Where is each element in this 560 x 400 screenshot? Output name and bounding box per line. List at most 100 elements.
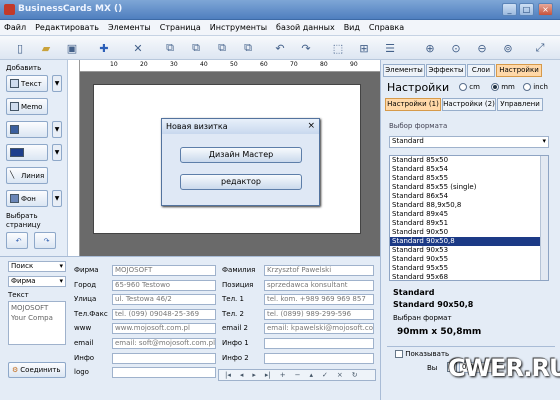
tab-settings[interactable]: Настройки bbox=[496, 64, 542, 77]
add-image-button[interactable] bbox=[6, 121, 48, 138]
field-input[interactable]: sprzedawca konsultant bbox=[264, 279, 374, 291]
next-page-button[interactable]: ↷ bbox=[34, 232, 56, 249]
field-input[interactable]: email: soft@mojosoft.com.pl bbox=[112, 338, 216, 349]
format-item[interactable]: Standard 86x54 bbox=[390, 192, 548, 201]
menu-view[interactable]: Вид bbox=[344, 23, 360, 32]
select-icon[interactable]: ⬚ bbox=[330, 40, 346, 56]
field-input[interactable] bbox=[264, 352, 374, 364]
app-icon[interactable] bbox=[4, 4, 15, 15]
field-input[interactable] bbox=[264, 338, 374, 349]
field-input[interactable] bbox=[112, 367, 216, 379]
delete-record-icon[interactable]: − bbox=[295, 371, 301, 379]
paste-icon[interactable]: ⧉ bbox=[188, 40, 204, 56]
subtab-settings-2[interactable]: Настройки (2) bbox=[442, 98, 496, 111]
add-line-button[interactable]: ╲ Линия bbox=[6, 167, 48, 184]
format-item[interactable]: Standard 85x50 bbox=[390, 156, 548, 165]
tab-layers[interactable]: Слои bbox=[467, 64, 495, 77]
duplicate-icon[interactable]: ⧉ bbox=[214, 40, 230, 56]
memo-area[interactable]: MOJOSOFT Your Compa bbox=[8, 301, 66, 345]
add-text-dropdown[interactable]: ▼ bbox=[52, 75, 62, 92]
unit-mm[interactable]: mm bbox=[491, 83, 515, 91]
add-text-button[interactable]: Текст bbox=[6, 75, 48, 92]
prev-page-button[interactable]: ↶ bbox=[6, 232, 28, 249]
cancel-record-icon[interactable]: × bbox=[337, 371, 343, 379]
add-record-icon[interactable]: + bbox=[280, 371, 286, 379]
format-list[interactable]: Standard 85x50 Standard 85x54 Standard 85x… bbox=[389, 155, 549, 281]
design-wizard-button[interactable]: Дизайн Мастер bbox=[180, 147, 302, 163]
zoom-fit-icon[interactable]: ⊚ bbox=[500, 40, 516, 56]
format-item[interactable]: Standard 90x53 bbox=[390, 246, 548, 255]
menu-database[interactable]: базой данных bbox=[276, 23, 335, 32]
format-select[interactable]: Standard ▾ bbox=[389, 136, 549, 148]
minimize-button[interactable]: _ bbox=[502, 3, 517, 16]
unit-cm[interactable]: cm bbox=[459, 83, 480, 91]
field-input[interactable]: tel. (099) 09048-25-369 bbox=[112, 308, 216, 320]
field-input[interactable] bbox=[112, 352, 216, 364]
field-input[interactable]: Krzysztof Pawelski bbox=[264, 265, 374, 276]
format-item[interactable]: Standard 89x45 bbox=[390, 210, 548, 219]
format-item[interactable]: Standard 95x55 bbox=[390, 264, 548, 273]
field-input[interactable]: tel. kom. +989 969 969 857 bbox=[264, 294, 374, 306]
format-item[interactable]: Standard 85x55 (single) bbox=[390, 183, 548, 192]
save-record-icon[interactable]: ✓ bbox=[322, 371, 328, 379]
zoom-out-icon[interactable]: ⊖ bbox=[474, 40, 490, 56]
field-input[interactable]: email: kpawelski@mojosoft.com.pl bbox=[264, 323, 374, 335]
menu-edit[interactable]: Редактировать bbox=[35, 23, 99, 32]
add-icon[interactable]: ✚ bbox=[96, 40, 112, 56]
align-icon[interactable]: ⊞ bbox=[356, 40, 372, 56]
firm-dropdown[interactable]: Фирма ▾ bbox=[8, 276, 66, 287]
menu-elements[interactable]: Элементы bbox=[108, 23, 151, 32]
menu-help[interactable]: Справка bbox=[369, 23, 404, 32]
unit-inch[interactable]: inch bbox=[523, 83, 548, 91]
format-item[interactable]: Standard 90x50 bbox=[390, 228, 548, 237]
menu-file[interactable]: Файл bbox=[4, 23, 26, 32]
undo-icon[interactable]: ↶ bbox=[272, 40, 288, 56]
add-memo-button[interactable]: Memo bbox=[6, 98, 48, 115]
format-item[interactable]: Standard 89x51 bbox=[390, 219, 548, 228]
close-button[interactable]: × bbox=[538, 3, 553, 16]
editor-button[interactable]: редактор bbox=[180, 174, 302, 190]
zoom-icon[interactable]: ⊙ bbox=[448, 40, 464, 56]
clone-icon[interactable]: ⧉ bbox=[240, 40, 256, 56]
format-item[interactable]: Standard 95x68 bbox=[390, 273, 548, 280]
open-icon[interactable]: ▰ bbox=[38, 40, 54, 56]
redo-icon[interactable]: ↷ bbox=[298, 40, 314, 56]
first-record-icon[interactable]: |◂ bbox=[225, 371, 231, 379]
format-item[interactable]: Standard 85x54 bbox=[390, 165, 548, 174]
menu-page[interactable]: Страница bbox=[160, 23, 201, 32]
field-input[interactable]: tel. (0899) 989-299-596 bbox=[264, 308, 374, 320]
maximize-button[interactable]: □ bbox=[519, 3, 534, 16]
format-item[interactable]: Standard 90x50,8 bbox=[390, 237, 548, 246]
tab-elements[interactable]: Элементы bbox=[383, 64, 425, 77]
refresh-record-icon[interactable]: ↻ bbox=[352, 371, 358, 379]
save-icon[interactable]: ▣ bbox=[64, 40, 80, 56]
subtab-management[interactable]: Управлени bbox=[497, 98, 543, 111]
new-icon[interactable]: ▯ bbox=[12, 40, 28, 56]
show-checkbox[interactable]: Показывать bbox=[395, 350, 449, 358]
add-rectangle-dropdown[interactable]: ▼ bbox=[52, 144, 62, 161]
connect-button[interactable]: ⚙ Соединить bbox=[8, 362, 66, 378]
add-background-button[interactable]: Фон bbox=[6, 190, 48, 207]
field-input[interactable]: ul. Testowa 46/2 bbox=[112, 294, 216, 306]
add-background-dropdown[interactable]: ▼ bbox=[52, 190, 62, 207]
field-input[interactable]: www.mojosoft.com.pl bbox=[112, 323, 216, 335]
last-record-icon[interactable]: ▸| bbox=[265, 371, 271, 379]
prev-record-icon[interactable]: ◂ bbox=[240, 371, 244, 379]
dialog-close-icon[interactable]: × bbox=[307, 119, 315, 134]
add-rectangle-button[interactable] bbox=[6, 144, 48, 161]
search-dropdown[interactable]: Поиск ▾ bbox=[8, 261, 66, 272]
field-input[interactable]: 65-960 Testowo bbox=[112, 279, 216, 291]
cut-icon[interactable]: ✕ bbox=[130, 40, 146, 56]
distribute-icon[interactable]: ☰ bbox=[382, 40, 398, 56]
edit-record-icon[interactable]: ▴ bbox=[310, 371, 314, 379]
menu-tools[interactable]: Инструменты bbox=[210, 23, 267, 32]
copy-icon[interactable]: ⧉ bbox=[162, 40, 178, 56]
field-input[interactable]: MOJOSOFT bbox=[112, 265, 216, 276]
format-item[interactable]: Standard 90x55 bbox=[390, 255, 548, 264]
format-list-scrollbar[interactable] bbox=[540, 156, 548, 280]
add-image-dropdown[interactable]: ▼ bbox=[52, 121, 62, 138]
next-record-icon[interactable]: ▸ bbox=[252, 371, 256, 379]
format-item[interactable]: Standard 85x55 bbox=[390, 174, 548, 183]
subtab-settings-1[interactable]: Настройки (1) bbox=[385, 98, 441, 111]
zoom-in-icon[interactable]: ⊕ bbox=[422, 40, 438, 56]
